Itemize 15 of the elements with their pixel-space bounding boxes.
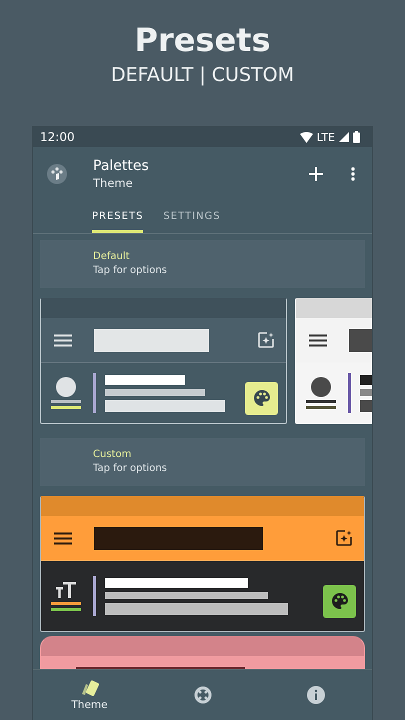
app-title: Palettes <box>93 156 150 174</box>
network-label: LTE <box>316 130 335 144</box>
preset-group-card[interactable]: Default Tap for options <box>40 240 365 288</box>
status-time: 12:00 <box>40 130 75 144</box>
app-subtitle: Theme <box>93 174 134 190</box>
tab[interactable]: PRESETS <box>92 200 144 233</box>
group-title: Default <box>93 250 131 264</box>
page-title: Presets <box>134 20 271 60</box>
page-subtitle: DEFAULT | CUSTOM <box>111 63 294 88</box>
nav-item[interactable]: Theme <box>33 670 146 720</box>
preset-group-card[interactable]: Custom Tap for options <box>40 438 365 486</box>
tab[interactable]: SETTINGS <box>163 200 221 233</box>
group-subtitle: Tap for options <box>93 462 168 476</box>
group-title: Custom <box>93 448 132 462</box>
group-subtitle: Tap for options <box>93 264 168 278</box>
